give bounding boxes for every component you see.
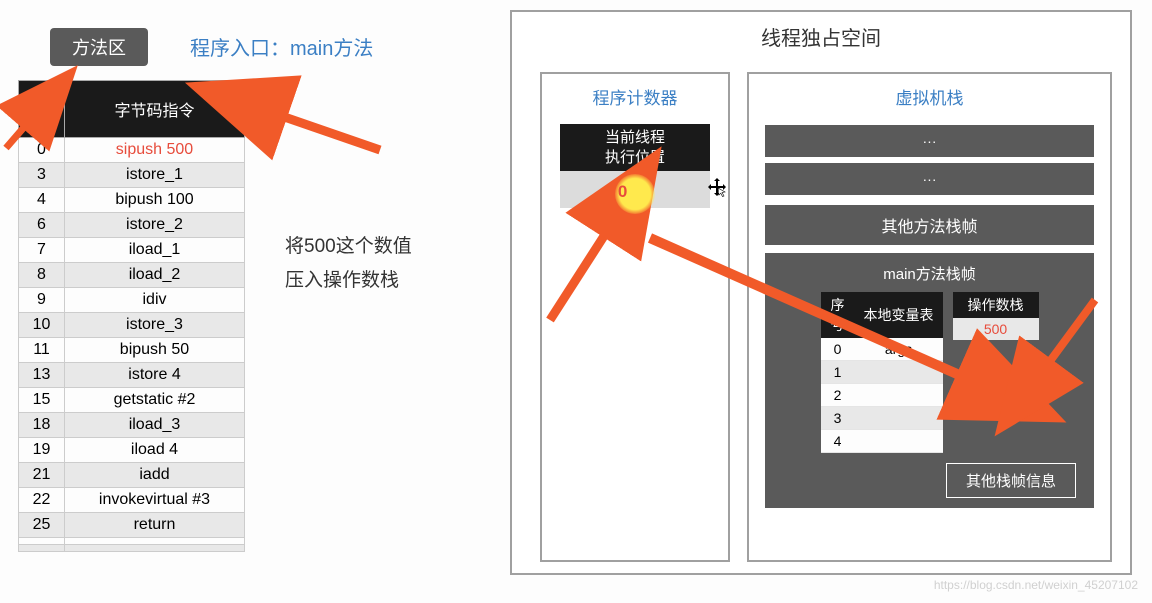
main-stack-frame: main方法栈帧 序号本地变量表 0args1234 操作数栈 500 其他栈帧… bbox=[765, 253, 1094, 508]
entry-point-label: 程序入口：main方法 bbox=[190, 32, 373, 61]
operand-stack-table: 操作数栈 500 bbox=[953, 292, 1039, 340]
bytecode-row: 9idiv bbox=[19, 288, 245, 313]
watermark-text: https://blog.csdn.net/weixin_45207102 bbox=[934, 578, 1138, 592]
annotation-line: 压入操作数栈 bbox=[285, 264, 412, 298]
bytecode-row: 13istore 4 bbox=[19, 363, 245, 388]
bytecode-row: 10istore_3 bbox=[19, 313, 245, 338]
bytecode-row: 6istore_2 bbox=[19, 213, 245, 238]
bytecode-row: 7iload_1 bbox=[19, 238, 245, 263]
pc-label: 当前线程 执行位置 bbox=[560, 124, 710, 171]
bytecode-header: 字节码指令 bbox=[65, 81, 245, 138]
bytecode-table: 序号字节码指令 0sipush 5003istore_14bipush 1006… bbox=[18, 80, 245, 552]
thread-space-title: 线程独占空间 bbox=[512, 12, 1130, 61]
bytecode-row: 0sipush 500 bbox=[19, 138, 245, 163]
vm-stack-box: 虚拟机栈 ··· ··· 其他方法栈帧 main方法栈帧 序号本地变量表 0ar… bbox=[747, 72, 1112, 562]
stack-slot-ellipsis: ··· bbox=[765, 163, 1094, 195]
other-frame-info: 其他栈帧信息 bbox=[946, 463, 1076, 498]
program-counter-box: 程序计数器 当前线程 执行位置 0 bbox=[540, 72, 730, 562]
op-stack-header: 操作数栈 bbox=[953, 292, 1039, 318]
bytecode-row: 19iload 4 bbox=[19, 438, 245, 463]
stack-slot-ellipsis: ··· bbox=[765, 125, 1094, 157]
program-counter-title: 程序计数器 bbox=[542, 74, 728, 119]
thread-space-frame: 线程独占空间 程序计数器 当前线程 执行位置 0 虚拟机栈 ··· bbox=[510, 10, 1132, 575]
bytecode-header: 序号 bbox=[19, 81, 65, 138]
move-cursor-icon bbox=[707, 181, 727, 201]
other-frame-label: 其他方法栈帧 bbox=[765, 205, 1094, 245]
lv-row: 2 bbox=[821, 384, 943, 407]
bytecode-row: 11bipush 50 bbox=[19, 338, 245, 363]
bytecode-row: 18iload_3 bbox=[19, 413, 245, 438]
bytecode-row: 25return bbox=[19, 513, 245, 538]
op-row: 500 bbox=[953, 318, 1039, 340]
lv-row: 1 bbox=[821, 361, 943, 384]
bytecode-row: 8iload_2 bbox=[19, 263, 245, 288]
bytecode-row bbox=[19, 545, 245, 552]
method-area-badge: 方法区 bbox=[50, 28, 148, 66]
bytecode-row: 21iadd bbox=[19, 463, 245, 488]
lv-row: 3 bbox=[821, 407, 943, 430]
vm-stack-title: 虚拟机栈 bbox=[749, 74, 1110, 119]
lv-row: 4 bbox=[821, 430, 943, 453]
bytecode-row: 3istore_1 bbox=[19, 163, 245, 188]
annotation-text: 将500这个数值 压入操作数栈 bbox=[285, 230, 412, 298]
lv-row: 0args bbox=[821, 338, 943, 361]
annotation-line: 将500这个数值 bbox=[285, 230, 412, 264]
main-frame-title: main方法栈帧 bbox=[773, 259, 1086, 292]
bytecode-row: 15getstatic #2 bbox=[19, 388, 245, 413]
bytecode-row bbox=[19, 538, 245, 545]
lv-header: 本地变量表 bbox=[855, 292, 943, 338]
lv-header: 序号 bbox=[821, 292, 855, 338]
pc-value: 0 bbox=[560, 171, 710, 208]
bytecode-row: 4bipush 100 bbox=[19, 188, 245, 213]
bytecode-row: 22invokevirtual #3 bbox=[19, 488, 245, 513]
local-vars-table: 序号本地变量表 0args1234 bbox=[821, 292, 943, 453]
